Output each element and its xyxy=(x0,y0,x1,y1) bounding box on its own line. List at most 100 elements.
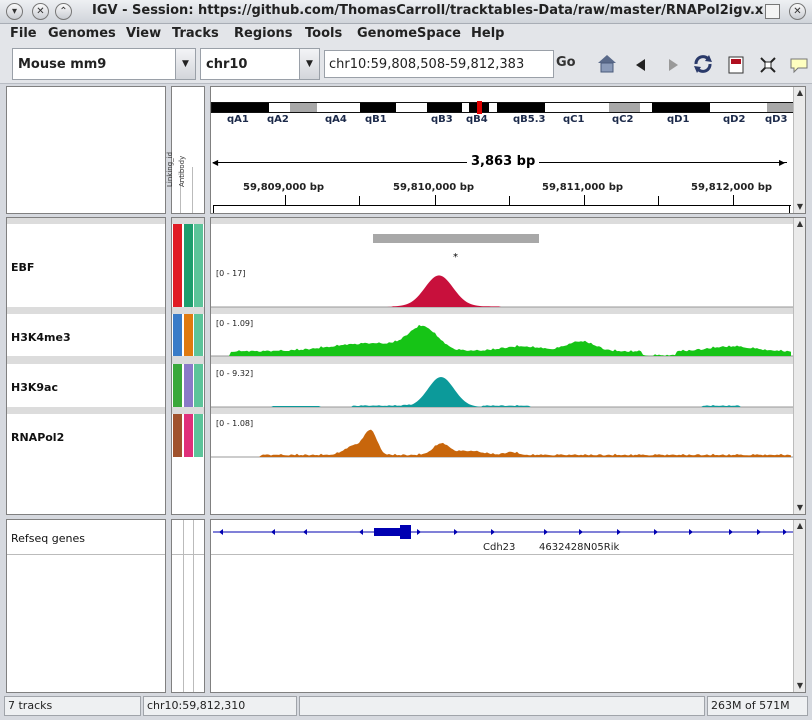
strand-arrow-icon xyxy=(579,529,583,535)
feature-track-panel: Cdh23 4632428N05Rik ▲ ▼ xyxy=(210,519,806,693)
attr-header-antibody[interactable]: Antibody xyxy=(178,156,186,187)
menu-regions[interactable]: Regions xyxy=(234,26,293,41)
toolbar: Mouse mm9 ▼ chr10 ▼ Go xyxy=(0,44,812,84)
feature-track-names: Refseq genes xyxy=(6,519,166,693)
arrow-left-icon: ◀ xyxy=(212,158,219,167)
ruler-tick-label: 59,812,000 bp xyxy=(691,182,773,193)
band-label: qA2 xyxy=(267,114,289,125)
header-scrollbar[interactable]: ▲ ▼ xyxy=(793,87,805,213)
rnapol2-coverage[interactable] xyxy=(211,429,791,457)
ruler-tick-label: 59,809,000 bp xyxy=(243,182,325,193)
scroll-down-icon[interactable]: ▼ xyxy=(794,201,805,213)
scroll-down-icon[interactable]: ▼ xyxy=(794,502,805,514)
track-name-ebf[interactable]: EBF xyxy=(11,261,34,274)
strand-arrow-icon xyxy=(271,529,275,535)
chromosome-value: chr10 xyxy=(206,57,248,72)
header-data-panel: qA1 qA2 qA4 qB1 qB3 qB4 qB5.3 qC1 qC2 qD… xyxy=(210,86,806,214)
attribute-cell[interactable] xyxy=(173,414,182,457)
attribute-cell[interactable] xyxy=(173,364,182,407)
attribute-cell[interactable] xyxy=(194,224,203,307)
strand-arrow-icon xyxy=(491,529,495,535)
band-label: qA1 xyxy=(227,114,249,125)
popup-info-icon[interactable] xyxy=(789,55,809,75)
track-name-rnapol2[interactable]: RNAPol2 xyxy=(11,431,64,444)
band-label: qD2 xyxy=(723,114,746,125)
band-label: qC1 xyxy=(563,114,585,125)
strand-arrow-icon xyxy=(689,529,693,535)
menu-tools[interactable]: Tools xyxy=(305,26,342,41)
region-navigator-icon[interactable] xyxy=(726,55,746,75)
menu-bar: File Genomes View Tracks Regions Tools G… xyxy=(0,24,812,44)
strand-arrow-icon xyxy=(219,529,223,535)
attribute-cell[interactable] xyxy=(184,314,193,356)
ruler-tick-label: 59,810,000 bp xyxy=(393,182,475,193)
attribute-cell[interactable] xyxy=(173,314,182,356)
chromosome-dropdown[interactable]: chr10 ▼ xyxy=(200,48,320,80)
title-bar: ▾ ✕ ⌃ IGV - Session: https://github.com/… xyxy=(0,0,812,24)
ruler-axis xyxy=(213,205,791,206)
chevron-down-icon[interactable]: ▼ xyxy=(175,49,195,79)
scroll-up-icon[interactable]: ▲ xyxy=(794,87,805,99)
gene-label-4632428n05rik[interactable]: 4632428N05Rik xyxy=(539,542,619,553)
track-name-h3k4me3[interactable]: H3K4me3 xyxy=(11,331,71,344)
data-track-names: EBF H3K4me3 H3K9ac RNAPol2 xyxy=(6,217,166,515)
close-window-icon[interactable]: ✕ xyxy=(789,3,806,20)
menu-genomespace[interactable]: GenomeSpace xyxy=(357,26,461,41)
strand-arrow-icon xyxy=(783,529,787,535)
shade-icon[interactable]: ⌃ xyxy=(55,3,72,20)
coverage-plots[interactable] xyxy=(211,218,795,515)
forward-icon[interactable] xyxy=(662,55,682,75)
back-icon[interactable] xyxy=(632,55,652,75)
window-menu-icon[interactable]: ▾ xyxy=(6,3,23,20)
ruler-tick-label: 59,811,000 bp xyxy=(542,182,624,193)
track-name-refseq[interactable]: Refseq genes xyxy=(11,532,85,545)
status-memory: 263M of 571M xyxy=(707,696,808,716)
attribute-cell[interactable] xyxy=(184,224,193,307)
attribute-cell[interactable] xyxy=(194,414,203,457)
band-label: qD1 xyxy=(667,114,690,125)
minimize-icon[interactable]: ✕ xyxy=(32,3,49,20)
restore-icon[interactable] xyxy=(765,4,780,19)
current-region-marker xyxy=(477,101,482,114)
feature-track-attributes xyxy=(171,519,205,693)
attribute-cell[interactable] xyxy=(184,414,193,457)
chromosome-ideogram[interactable] xyxy=(211,101,796,114)
gene-label-cdh23[interactable]: Cdh23 xyxy=(483,542,515,553)
strand-arrow-icon xyxy=(303,529,307,535)
strand-arrow-icon xyxy=(757,529,761,535)
ebf-coverage[interactable] xyxy=(211,275,791,307)
scroll-up-icon[interactable]: ▲ xyxy=(794,520,805,532)
chevron-down-icon[interactable]: ▼ xyxy=(299,49,319,79)
band-label: qA4 xyxy=(325,114,347,125)
status-position: chr10:59,812,310 xyxy=(143,696,297,716)
locus-input[interactable] xyxy=(324,50,554,78)
attribute-cell[interactable] xyxy=(184,364,193,407)
attribute-cell[interactable] xyxy=(194,364,203,407)
scroll-up-icon[interactable]: ▲ xyxy=(794,218,805,230)
scroll-down-icon[interactable]: ▼ xyxy=(794,680,805,692)
band-label: qC2 xyxy=(612,114,634,125)
refresh-icon[interactable] xyxy=(692,53,714,75)
h3k9ac-coverage[interactable] xyxy=(211,377,791,407)
feature-scrollbar[interactable]: ▲ ▼ xyxy=(793,520,805,692)
attribute-cell[interactable] xyxy=(194,314,203,356)
attr-header-linking-id[interactable]: Linking_id xyxy=(166,152,174,187)
go-button[interactable]: Go xyxy=(556,55,576,70)
genome-value: Mouse mm9 xyxy=(18,57,107,72)
genome-dropdown[interactable]: Mouse mm9 ▼ xyxy=(12,48,196,80)
strand-arrow-icon xyxy=(544,529,548,535)
strand-arrow-icon xyxy=(617,529,621,535)
menu-genomes[interactable]: Genomes xyxy=(48,26,116,41)
attribute-cell[interactable] xyxy=(173,224,182,307)
menu-help[interactable]: Help xyxy=(471,26,504,41)
band-label: qD3 xyxy=(765,114,788,125)
h3k4me3-coverage[interactable] xyxy=(211,324,791,356)
track-name-h3k9ac[interactable]: H3K9ac xyxy=(11,381,58,394)
data-scrollbar[interactable]: ▲ ▼ xyxy=(793,218,805,514)
resize-to-window-icon[interactable] xyxy=(758,55,778,75)
menu-file[interactable]: File xyxy=(10,26,37,41)
home-icon[interactable] xyxy=(596,53,618,75)
menu-tracks[interactable]: Tracks xyxy=(172,26,219,41)
band-label: qB5.3 xyxy=(513,114,546,125)
menu-view[interactable]: View xyxy=(126,26,161,41)
